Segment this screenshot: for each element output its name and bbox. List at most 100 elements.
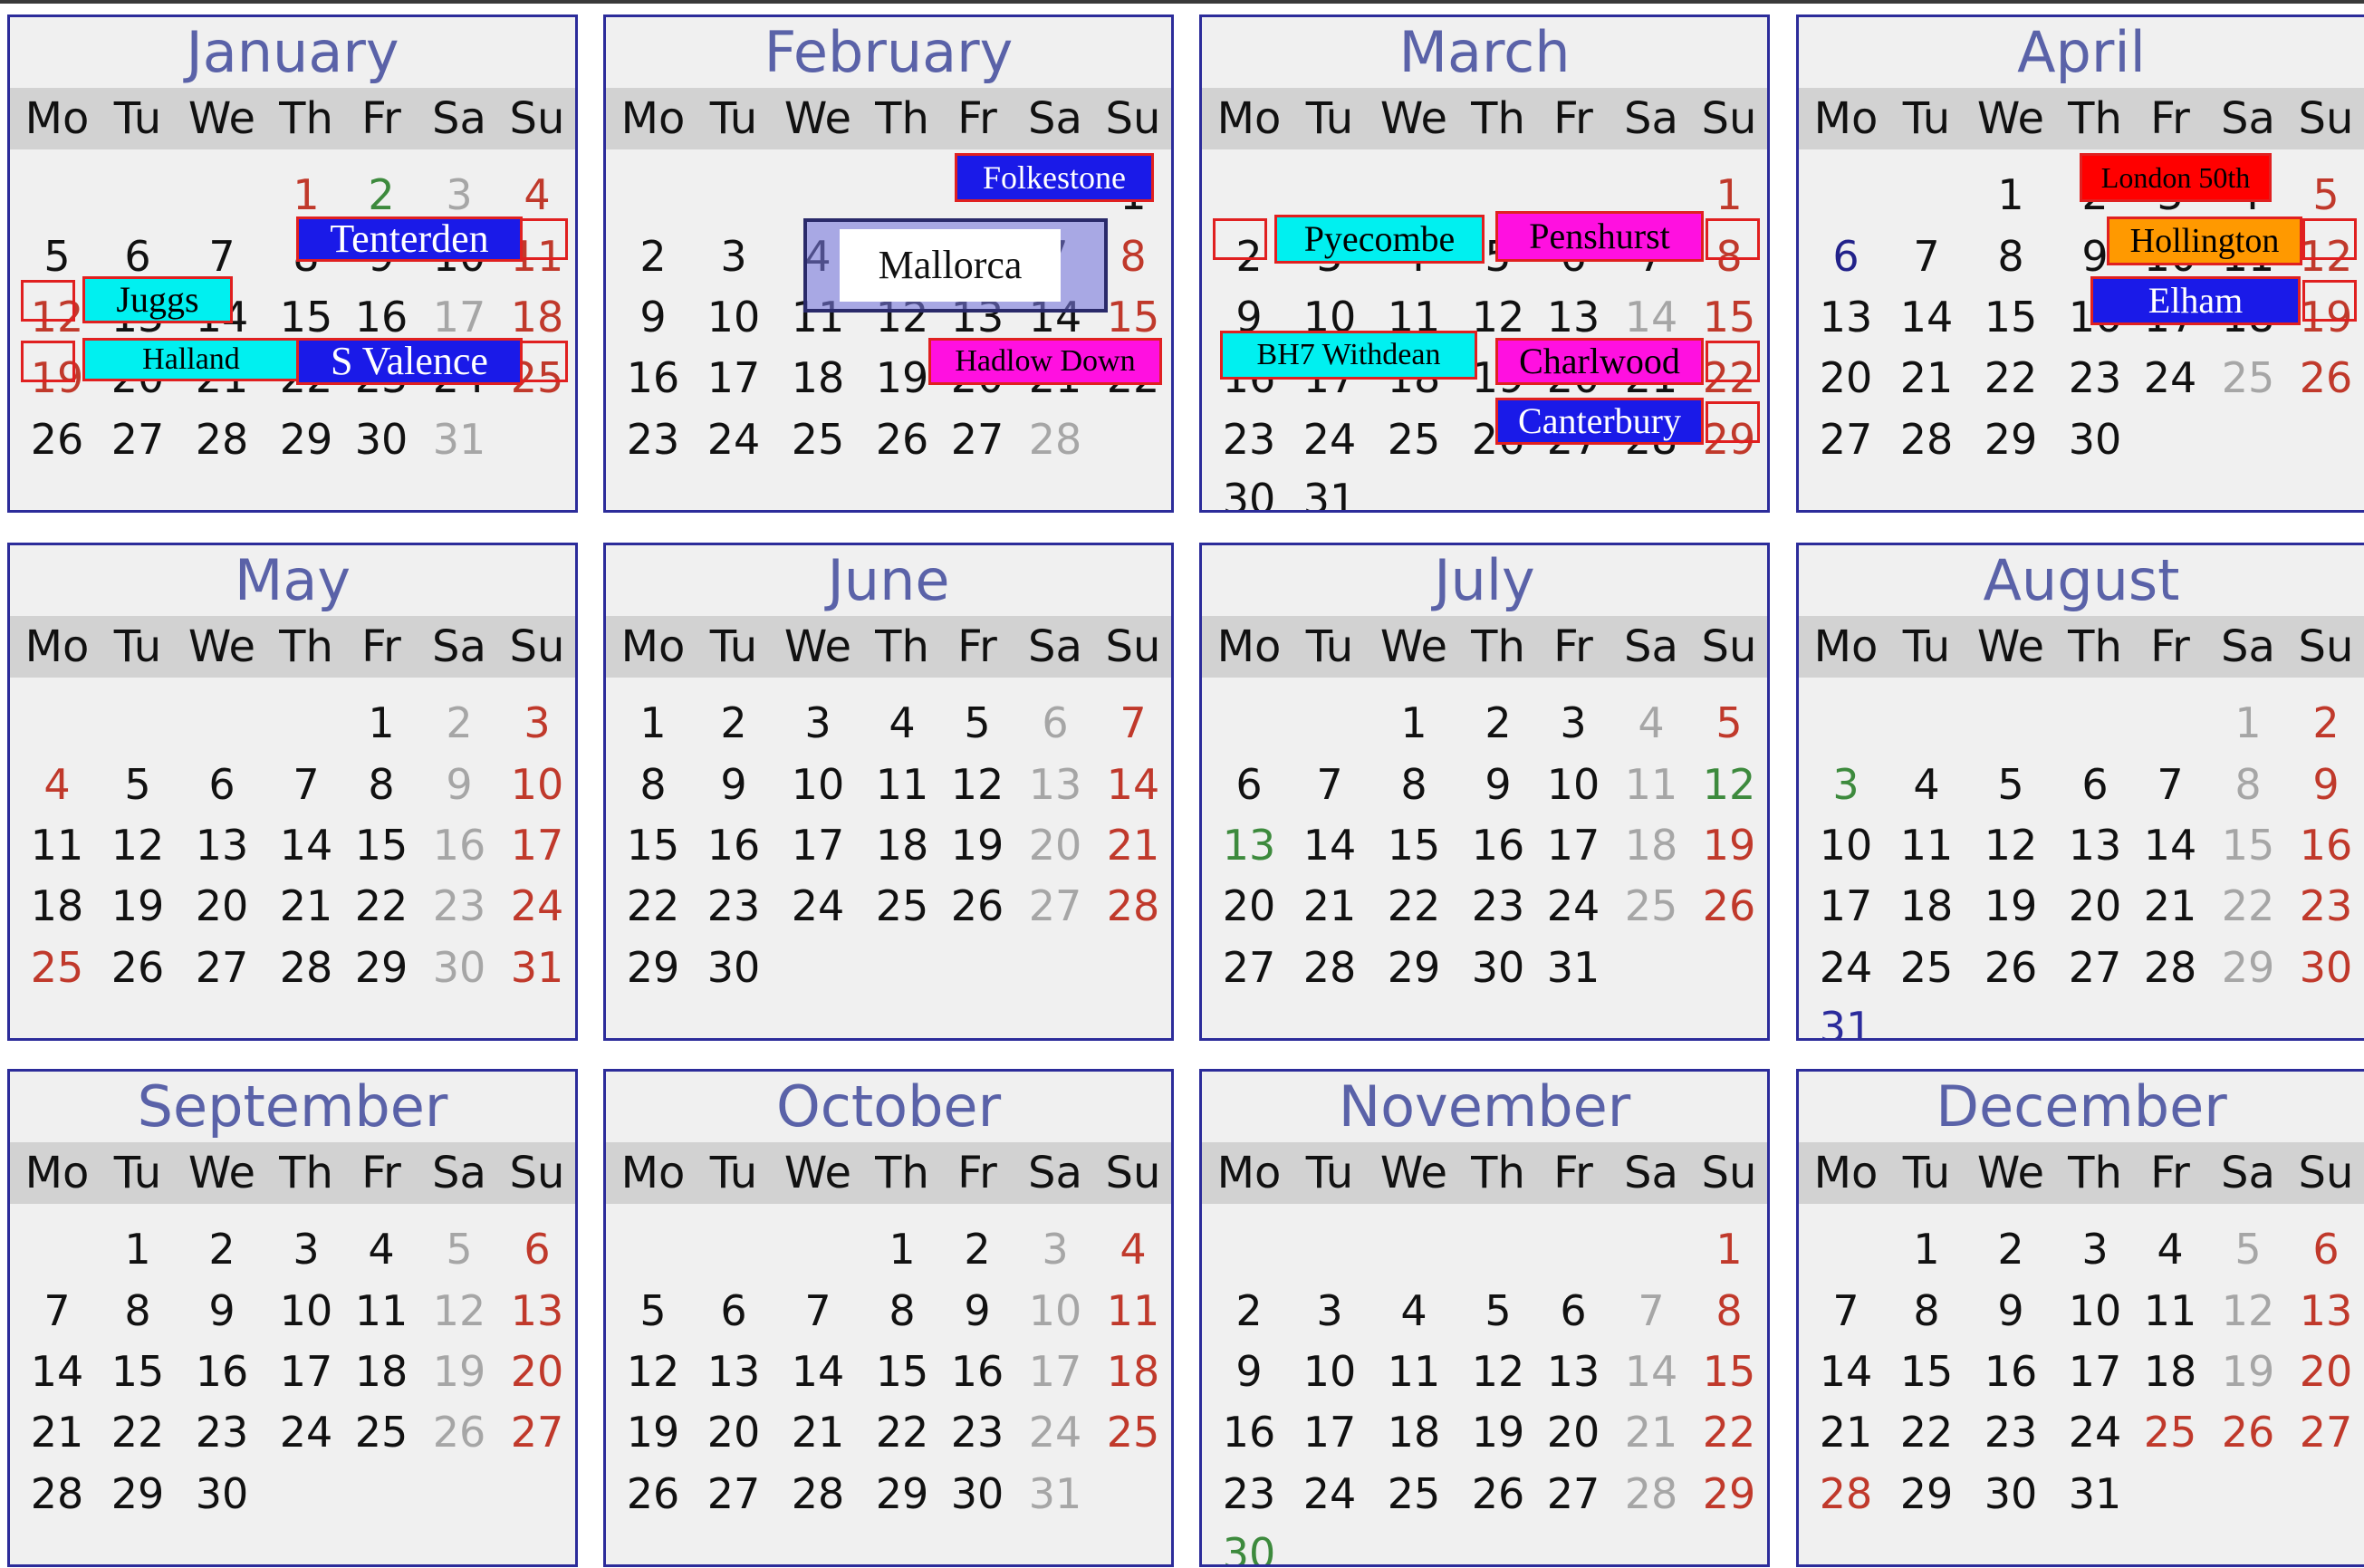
day-cell[interactable]: 19 [939,816,1015,874]
day-cell[interactable]: 16 [696,816,772,874]
day-cell[interactable]: 21 [19,1403,95,1461]
day-cell[interactable]: 6 [499,1220,575,1278]
day-cell[interactable]: 28 [1017,410,1093,468]
day-cell[interactable]: 12 [615,1342,691,1400]
day-cell[interactable]: 25 [1613,877,1689,935]
day-cell[interactable]: 24 [1535,877,1611,935]
event-canterbury[interactable]: Canterbury [1495,398,1704,445]
day-cell[interactable]: 26 [1691,877,1767,935]
day-cell[interactable]: 25 [1888,938,1965,996]
day-cell[interactable]: 20 [1535,1403,1611,1461]
day-cell[interactable]: 15 [615,816,691,874]
day-cell[interactable]: 28 [268,938,344,996]
day-cell[interactable]: 9 [696,755,772,813]
day-cell[interactable]: 22 [2210,877,2286,935]
day-cell[interactable]: 26 [100,938,176,996]
day-cell[interactable]: 22 [1691,1403,1767,1461]
day-cell[interactable]: 29 [268,410,344,468]
day-cell[interactable]: 1 [1691,1220,1767,1278]
day-cell[interactable]: 4 [1095,1220,1171,1278]
day-cell[interactable]: 28 [1613,1465,1689,1523]
day-cell[interactable]: 26 [2210,1403,2286,1461]
day-cell[interactable]: 30 [939,1465,1015,1523]
day-cell[interactable]: 9 [421,755,497,813]
day-cell[interactable]: 6 [1017,694,1093,752]
day-cell[interactable]: 18 [780,349,856,407]
day-cell[interactable]: 22 [864,1403,940,1461]
day-cell[interactable]: 30 [1211,1525,1287,1564]
day-cell[interactable]: 27 [1017,877,1093,935]
day-cell[interactable]: 29 [1376,938,1452,996]
day-cell[interactable]: 12 [100,816,176,874]
day-cell[interactable]: 26 [939,877,1015,935]
day-cell[interactable]: 11 [19,816,95,874]
day-cell[interactable]: 28 [1292,938,1368,996]
day-cell[interactable]: 19 [1973,877,2049,935]
day-cell[interactable]: 15 [1376,816,1452,874]
day-cell[interactable]: 7 [19,1282,95,1340]
day-cell[interactable]: 9 [939,1282,1015,1340]
day-cell[interactable]: 14 [19,1342,95,1400]
day-cell[interactable]: 3 [268,1220,344,1278]
day-cell[interactable]: 2 [184,1220,260,1278]
day-cell[interactable]: 29 [100,1465,176,1523]
day-cell[interactable]: 8 [1888,1282,1965,1340]
event-charlwood[interactable]: Charlwood [1495,338,1704,385]
day-cell[interactable]: 1 [100,1220,176,1278]
day-cell[interactable]: 5 [100,755,176,813]
day-cell[interactable]: 31 [1808,998,1884,1038]
day-cell[interactable]: 27 [100,410,176,468]
day-cell[interactable]: 4 [2132,1220,2208,1278]
day-cell[interactable]: 17 [696,349,772,407]
day-cell[interactable]: 2 [2288,694,2364,752]
day-cell[interactable]: 20 [2057,877,2133,935]
day-cell[interactable]: 2 [343,166,419,224]
day-cell[interactable]: 5 [2210,1220,2286,1278]
day-cell[interactable]: 1 [1376,694,1452,752]
event-juggs[interactable]: Juggs [82,276,233,323]
day-cell[interactable]: 4 [1888,755,1965,813]
day-cell[interactable]: 16 [1460,816,1536,874]
day-cell[interactable]: 18 [2132,1342,2208,1400]
event-mallorca[interactable]: Mallorca [803,218,1108,313]
day-cell[interactable]: 13 [1535,1342,1611,1400]
day-cell[interactable]: 20 [499,1342,575,1400]
day-cell[interactable]: 16 [1211,1403,1287,1461]
day-cell[interactable]: 21 [1292,877,1368,935]
day-cell[interactable]: 29 [1691,1465,1767,1523]
day-cell[interactable]: 12 [939,755,1015,813]
day-cell[interactable]: 22 [615,877,691,935]
day-cell[interactable]: 8 [864,1282,940,1340]
event-halland[interactable]: Halland [82,338,300,381]
day-cell[interactable]: 17 [268,1342,344,1400]
day-cell[interactable]: 2 [696,694,772,752]
day-cell[interactable]: 3 [2057,1220,2133,1278]
day-cell[interactable]: 27 [1808,410,1884,468]
day-cell[interactable]: 6 [696,1282,772,1340]
day-cell[interactable]: 23 [1211,410,1287,468]
day-cell[interactable]: 26 [864,410,940,468]
day-cell[interactable]: 21 [780,1403,856,1461]
day-cell[interactable]: 20 [1017,816,1093,874]
day-cell[interactable]: 1 [268,166,344,224]
day-cell[interactable]: 17 [780,816,856,874]
day-cell[interactable]: 30 [1460,938,1536,996]
day-cell[interactable]: 10 [1808,816,1884,874]
day-cell[interactable]: 5 [1973,755,2049,813]
day-cell[interactable]: 12 [1973,816,2049,874]
day-cell[interactable]: 21 [1808,1403,1884,1461]
day-cell[interactable]: 11 [343,1282,419,1340]
day-cell[interactable]: 25 [1376,410,1452,468]
day-cell[interactable]: 29 [2210,938,2286,996]
day-cell[interactable]: 5 [939,694,1015,752]
day-cell[interactable]: 19 [100,877,176,935]
day-cell[interactable]: 8 [1376,755,1452,813]
day-cell[interactable]: 15 [343,816,419,874]
day-cell[interactable]: 2 [1973,1220,2049,1278]
day-cell[interactable]: 15 [1691,1342,1767,1400]
day-cell[interactable]: 29 [615,938,691,996]
day-cell[interactable]: 11 [1613,755,1689,813]
day-cell[interactable]: 24 [696,410,772,468]
day-cell[interactable]: 9 [184,1282,260,1340]
day-cell[interactable]: 24 [499,877,575,935]
